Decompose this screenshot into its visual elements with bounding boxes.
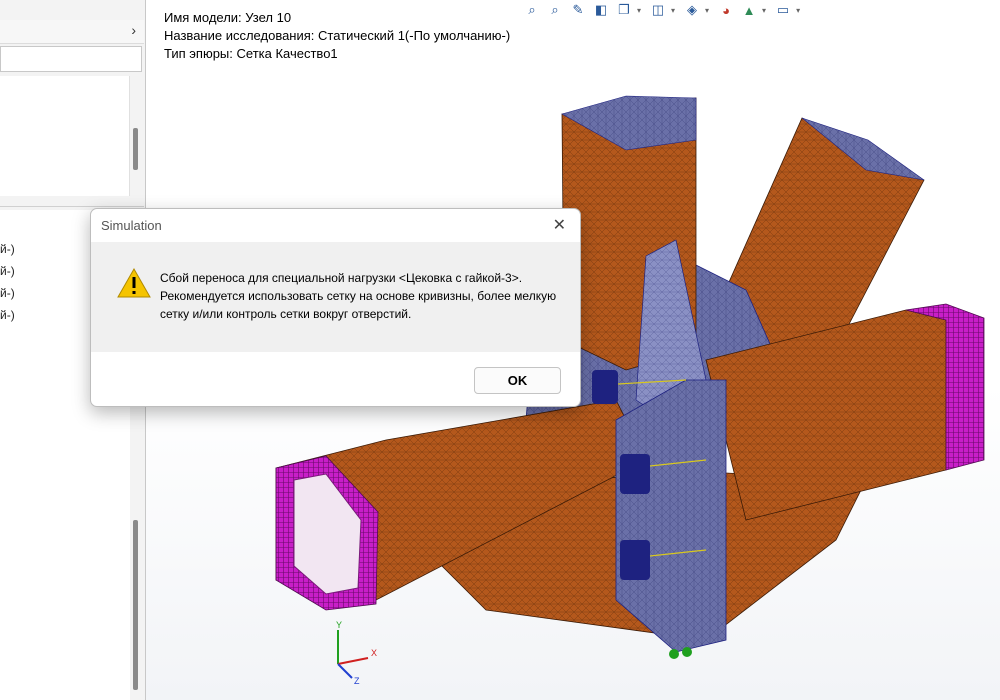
bolt[interactable] (620, 454, 650, 494)
ok-button[interactable]: OK (474, 367, 561, 394)
panel-divider[interactable] (0, 206, 144, 207)
bolt[interactable] (592, 370, 618, 404)
tree-item[interactable]: й-) (0, 264, 15, 278)
bolt[interactable] (620, 540, 650, 580)
mesh-front-plate[interactable] (615, 379, 727, 653)
scrollbar-lower[interactable] (133, 520, 138, 690)
close-icon[interactable]: ✕ (553, 215, 566, 235)
dialog-title: Simulation (101, 218, 162, 233)
axis-triad: Y X Z (336, 620, 377, 686)
scrollbar-upper[interactable] (133, 128, 138, 170)
warning-dialog: Simulation ✕ Сбой переноса для специальн… (90, 208, 581, 407)
tree-item[interactable]: й-) (0, 308, 15, 322)
axis-x-label: X (371, 648, 377, 658)
chevron-right-icon[interactable]: › (131, 22, 136, 38)
tree-upper-area (0, 76, 130, 196)
tree-item[interactable]: й-) (0, 286, 15, 300)
fixture-marker[interactable] (669, 649, 679, 659)
axis-y-label: Y (336, 620, 342, 630)
filter-input[interactable] (0, 46, 142, 72)
panel-header-row[interactable]: › (0, 20, 144, 44)
dialog-message: Сбой переноса для специальной нагрузки <… (160, 271, 557, 321)
fixture-marker[interactable] (682, 647, 692, 657)
warning-icon (117, 268, 151, 298)
tree-item[interactable]: й-) (0, 242, 15, 256)
axis-z-label: Z (354, 676, 360, 686)
dialog-body: Сбой переноса для специальной нагрузки <… (91, 242, 580, 352)
